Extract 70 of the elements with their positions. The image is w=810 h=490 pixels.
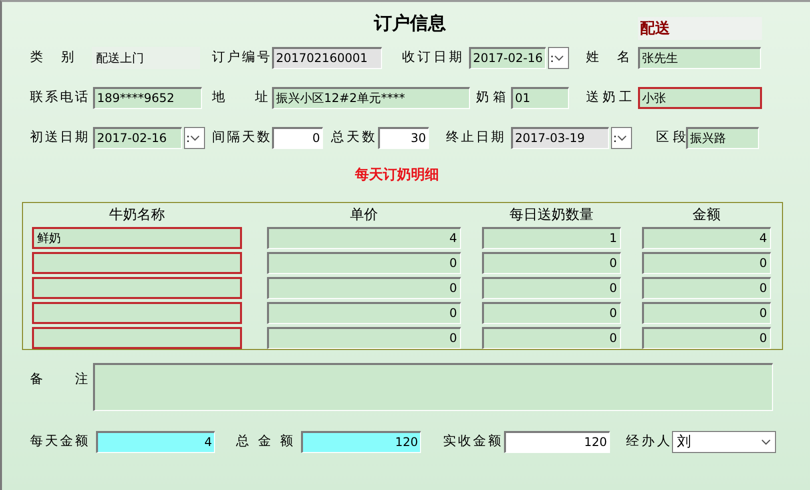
input-field[interactable]: 配送上门	[92, 47, 200, 69]
field-label: 每天金额	[30, 433, 88, 451]
operator-select[interactable]: 刘	[672, 431, 776, 453]
field-label: 间隔天数	[212, 129, 270, 147]
table-cell[interactable]: 0	[642, 327, 771, 349]
field-label: 奶箱	[476, 89, 506, 107]
table-cell[interactable]: 0	[482, 277, 621, 299]
input-field[interactable]: 张先生	[638, 47, 761, 69]
table-cell[interactable]	[32, 252, 242, 274]
field-label: 姓 名	[586, 49, 630, 67]
input-field[interactable]: 2017-02-16	[93, 127, 182, 149]
chevron-down-icon	[761, 439, 771, 445]
chevron-down-icon	[617, 135, 628, 141]
table-cell[interactable]: 0	[267, 327, 461, 349]
date-picker-button[interactable]: :	[184, 127, 205, 149]
table-cell[interactable]	[32, 302, 242, 324]
field-label: 经办人	[626, 433, 670, 451]
field-label: 区段	[656, 129, 686, 147]
field-label: 送奶工	[586, 89, 632, 107]
mode-label: 配送	[638, 17, 762, 40]
input-field[interactable]: 01	[511, 87, 569, 109]
table-cell[interactable]: 4	[267, 227, 461, 249]
input-field[interactable]: 小张	[638, 87, 762, 109]
input-field[interactable]: 振兴小区12#2单元****	[272, 87, 470, 109]
column-header: 牛奶名称	[108, 206, 166, 224]
table-cell[interactable]: 0	[482, 302, 621, 324]
table-cell[interactable]: 0	[482, 252, 621, 274]
input-field[interactable]: 120	[301, 431, 421, 453]
date-picker-button[interactable]: :	[611, 127, 632, 149]
column-header: 每日送奶数量	[508, 206, 594, 224]
field-label: 终止日期	[446, 129, 504, 147]
date-picker-button[interactable]: :	[548, 47, 569, 69]
input-field[interactable]: 4	[96, 431, 215, 453]
field-label: 订户编号	[212, 49, 270, 67]
field-label: 地 址	[212, 89, 268, 107]
table-cell[interactable]: 4	[642, 227, 771, 249]
field-label: 总 金 额	[236, 433, 293, 451]
input-field[interactable]: 201702160001	[272, 47, 382, 69]
field-label: 初送日期	[30, 129, 88, 147]
table-cell[interactable]: 0	[267, 302, 461, 324]
chevron-down-icon	[554, 55, 564, 61]
chevron-down-icon	[190, 135, 200, 141]
input-field[interactable]: 2017-02-16	[469, 47, 546, 69]
remarks-field[interactable]	[93, 363, 773, 411]
table-cell[interactable]	[32, 277, 242, 299]
input-field[interactable]: 189****9652	[93, 87, 202, 109]
table-cell[interactable]: 0	[482, 327, 621, 349]
input-field[interactable]: 2017-03-19	[511, 127, 609, 149]
field-label: 总天数	[331, 129, 375, 147]
table-cell[interactable]: 0	[642, 302, 771, 324]
section-title: 每天订奶明细	[355, 167, 439, 183]
table-cell[interactable]: 鲜奶	[32, 227, 242, 249]
field-label: 类 别	[30, 49, 74, 67]
field-label: 实收金额	[443, 433, 501, 451]
field-label: 联系电话	[30, 89, 88, 107]
table-cell[interactable]: 0	[267, 277, 461, 299]
table-cell[interactable]	[32, 327, 242, 349]
column-header: 单价	[349, 206, 379, 224]
input-field[interactable]: 30	[378, 127, 429, 149]
column-header: 金额	[692, 206, 722, 224]
table-cell[interactable]: 0	[642, 277, 771, 299]
table-cell[interactable]: 1	[482, 227, 621, 249]
input-field[interactable]: 振兴路	[686, 127, 759, 149]
window-title: 订户信息	[374, 12, 446, 36]
input-field[interactable]: 120	[504, 431, 610, 453]
table-cell[interactable]: 0	[267, 252, 461, 274]
input-field[interactable]: 0	[272, 127, 323, 149]
field-label: 收订日期	[402, 49, 462, 67]
field-label: 备 注	[30, 371, 88, 389]
table-cell[interactable]: 0	[642, 252, 771, 274]
